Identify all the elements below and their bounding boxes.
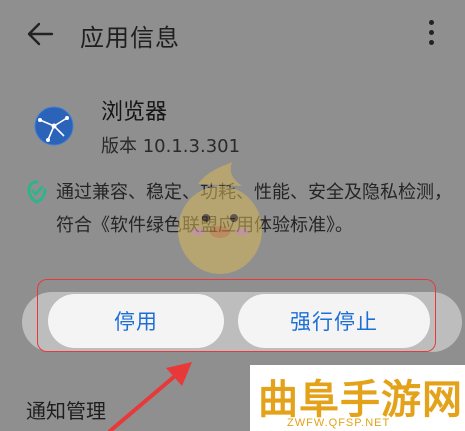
app-info-screen: 应用信息 浏览器 版本 10.1.3.301 通过兼容、稳定、功耗、性能、安全及…	[0, 0, 465, 431]
globe-icon	[34, 106, 74, 146]
page-title: 应用信息	[80, 24, 180, 52]
more-vertical-icon[interactable]	[427, 20, 435, 46]
arrow-annotation-icon	[108, 362, 192, 431]
mascot-watermark	[178, 162, 262, 274]
app-version: 版本 10.1.3.301	[101, 136, 241, 157]
shield-check-icon	[27, 180, 47, 204]
app-name: 浏览器	[101, 100, 168, 125]
header: 应用信息	[0, 0, 465, 72]
arrow-left-icon[interactable]	[26, 22, 54, 46]
notification-management-item[interactable]: 通知管理	[26, 395, 106, 424]
highlight-box	[37, 279, 436, 352]
watermark-url: ZWFW.QFSP.NET	[287, 417, 391, 429]
